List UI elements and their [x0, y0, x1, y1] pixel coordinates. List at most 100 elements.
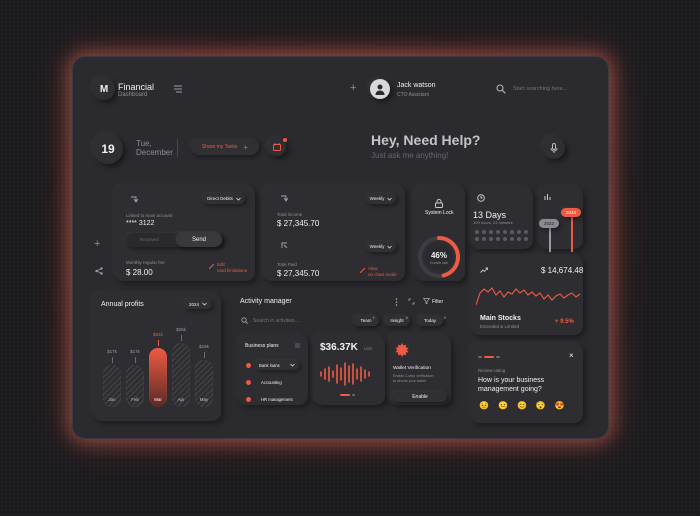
days-dot-grid [473, 227, 533, 241]
bank-loans-bullet [246, 363, 251, 368]
days-title: 13 Days [473, 210, 507, 220]
stocks-sparkline [476, 283, 581, 309]
activity-search-icon [241, 317, 248, 324]
menu-icon[interactable] [173, 85, 183, 93]
profits-year-dropdown[interactable]: 2024 [184, 299, 212, 309]
edit-label-2[interactable]: card limitations [217, 268, 247, 273]
chip-today-label: Today [423, 318, 436, 323]
microphone-button[interactable] [543, 137, 565, 159]
amount-value: $36.37K [320, 342, 358, 353]
profit-bar-month-apr: Apr [177, 397, 185, 402]
fee-label: Monthly regular fee [126, 260, 165, 265]
year-2023-handle[interactable]: 2023 [539, 219, 559, 228]
bar-chart-icon [544, 193, 551, 200]
view-label-2[interactable]: on chart mode [368, 272, 397, 277]
help-subtitle: Just ask me anything! [371, 151, 449, 160]
bank-loans-dropdown[interactable]: Bank loans [255, 360, 299, 370]
logo[interactable]: M [93, 78, 115, 100]
chevron-down-icon [236, 197, 241, 201]
chip-team-add-icon[interactable]: + [372, 316, 376, 322]
avatar[interactable] [370, 79, 390, 99]
date-day: 19 [101, 142, 115, 156]
received-option[interactable]: Received [140, 237, 159, 242]
stocks-subtitle: Extended & Limited [480, 324, 520, 329]
profit-bar-marker-apr [180, 334, 182, 341]
activity-title: Activity manager [240, 298, 292, 305]
filter-icon[interactable] [423, 298, 430, 304]
stocks-value: $ 14,674.48 [541, 266, 584, 275]
brand-title: Financial [118, 82, 155, 92]
profit-bar-value-feb: $17k [130, 349, 140, 355]
view-label[interactable]: View [368, 266, 378, 271]
growth-caption: Growth rate [429, 261, 449, 265]
wallet-desc-1: Enable 2-step verification [393, 374, 434, 378]
user-role: CTO Assistant [397, 92, 429, 98]
expand-icon[interactable] [408, 298, 415, 305]
profit-bar-month-feb: Feb [131, 397, 139, 402]
chevron-down-icon [290, 363, 295, 367]
notification-dot [283, 138, 287, 142]
share-tasks-label: Share my Tasks [201, 144, 238, 150]
slider-track-2024 [571, 215, 573, 252]
review-page-dot-3 [496, 356, 500, 358]
amount-page-indicator-active[interactable] [340, 394, 350, 396]
share-icon[interactable] [95, 267, 103, 275]
enable-button[interactable]: Enable [393, 391, 447, 402]
review-label: Review rating [478, 368, 506, 373]
chip-insight-label: Insight [390, 318, 404, 323]
year-2024-handle[interactable]: 2024 [561, 208, 581, 217]
accounting-label[interactable]: Accounting [261, 380, 282, 385]
profits-chart: $17k Jan $17k Feb $24k Mar $26k Apr $19k May [97, 319, 217, 413]
direct-debits-dropdown[interactable]: Direct Debits [203, 193, 245, 204]
emoji-rating-1[interactable]: 😣 [479, 401, 489, 410]
profit-bar-month-jan: Jan [108, 397, 116, 402]
amount-page-indicator[interactable] [352, 394, 355, 396]
emoji-rating-2[interactable]: 😐 [498, 401, 508, 410]
chip-insight-close-icon[interactable]: × [405, 316, 409, 322]
search-input[interactable] [513, 83, 593, 95]
edit-icon[interactable] [209, 264, 214, 269]
emoji-rating-5[interactable]: 😍 [555, 401, 565, 410]
annual-profits-title: Annual profits [101, 301, 144, 308]
share-tasks-button[interactable]: Share my Tasks + [191, 139, 259, 155]
send-button[interactable]: Send [176, 232, 222, 247]
direct-debits-label: Direct Debits [207, 196, 233, 201]
emoji-rating-4[interactable]: 😯 [536, 401, 546, 410]
wallet-title: Wallet Verification [393, 366, 431, 371]
wallet-desc-2: to secure your wallet [393, 379, 426, 383]
chip-today-close-icon[interactable]: × [443, 316, 447, 322]
profit-bar-value-jan: $17k [107, 349, 117, 355]
profit-bar-value-mar: $24k [153, 331, 163, 337]
dashboard-window: M Financial Dashboard + Jack watson CTO … [73, 57, 608, 438]
view-icon[interactable] [360, 268, 365, 273]
growth-percent: 46% [430, 251, 447, 260]
profit-bar-marker-may [203, 352, 205, 359]
calendar-icon [273, 143, 281, 151]
emoji-rating-3[interactable]: 😊 [517, 401, 527, 410]
business-plans-toggle[interactable] [295, 343, 300, 348]
total-income-label: Total income [277, 212, 303, 217]
enable-label: Enable [412, 393, 428, 400]
system-lock-label: System Lock [425, 210, 454, 216]
year-2023-label: 2023 [543, 221, 554, 226]
profit-bar-value-apr: $26k [176, 326, 186, 332]
activity-search-input[interactable] [253, 316, 343, 326]
add-widget-icon[interactable]: + [94, 238, 100, 250]
income-period-dropdown[interactable]: Weekly [366, 193, 396, 204]
chip-team-label: Team [360, 318, 372, 323]
filter-label[interactable]: Filter [432, 299, 443, 305]
more-options-icon[interactable] [395, 298, 398, 306]
hr-management-label[interactable]: HR management [261, 397, 293, 402]
date-weekday: Tue, [136, 139, 152, 148]
profit-bar-month-may: May [199, 397, 209, 402]
transfer-icon [130, 196, 138, 203]
profit-bar-value-may: $19k [199, 344, 209, 350]
chip-today[interactable]: Today [417, 315, 443, 326]
total-paid-value: $ 27,345.70 [277, 269, 320, 278]
send-label: Send [191, 236, 206, 243]
review-close-icon[interactable]: × [569, 351, 574, 360]
search-icon[interactable] [496, 84, 506, 94]
edit-label[interactable]: Edit [217, 262, 225, 267]
add-icon[interactable]: + [350, 82, 356, 94]
paid-period-dropdown[interactable]: Weekly [366, 241, 396, 252]
